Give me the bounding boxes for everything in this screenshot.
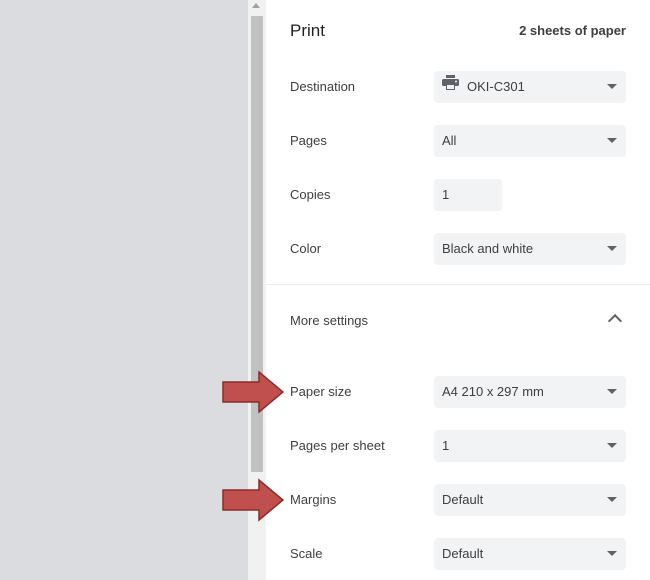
destination-value: OKI-C301 [467,79,525,94]
chevron-down-icon [607,389,617,394]
margins-value: Default [442,492,484,507]
chevron-down-icon [607,443,617,448]
margins-label: Margins [290,492,337,507]
arrow-pointer-icon [222,478,284,522]
pages-per-sheet-label: Pages per sheet [290,438,385,453]
section-divider [266,284,650,285]
color-select[interactable]: Black and white [434,233,626,265]
color-value: Black and white [442,241,534,256]
paper-size-label: Paper size [290,384,352,399]
arrow-pointer-icon [222,370,284,414]
destination-label: Destination [290,79,356,94]
scale-value: Default [442,546,484,561]
chevron-down-icon [607,246,617,251]
print-settings-panel: Print 2 sheets of paper Destination OKI-… [266,0,650,580]
printer-icon [442,70,459,102]
pages-select[interactable]: All [434,125,626,157]
pages-per-sheet-select[interactable]: 1 [434,430,626,462]
paper-size-value: A4 210 x 297 mm [442,384,544,399]
more-settings-toggle[interactable]: More settings [290,313,368,328]
dialog-title: Print [290,21,325,40]
pages-label: Pages [290,133,327,148]
print-preview-pane [0,0,248,580]
copies-input[interactable]: 1 [434,179,502,211]
scroll-up-arrow-icon[interactable] [252,3,260,8]
margins-select[interactable]: Default [434,484,626,516]
chevron-up-icon[interactable] [607,313,623,329]
chevron-down-icon [607,551,617,556]
paper-size-select[interactable]: A4 210 x 297 mm [434,376,626,408]
chevron-down-icon [607,84,617,89]
sheet-count: 2 sheets of paper [519,23,626,38]
pages-value: All [442,133,457,148]
color-label: Color [290,241,322,256]
scale-label: Scale [290,546,323,561]
copies-label: Copies [290,187,331,202]
scale-select[interactable]: Default [434,538,626,570]
destination-select[interactable]: OKI-C301 [434,71,626,103]
chevron-down-icon [607,497,617,502]
pages-per-sheet-value: 1 [442,438,450,453]
chevron-down-icon [607,138,617,143]
